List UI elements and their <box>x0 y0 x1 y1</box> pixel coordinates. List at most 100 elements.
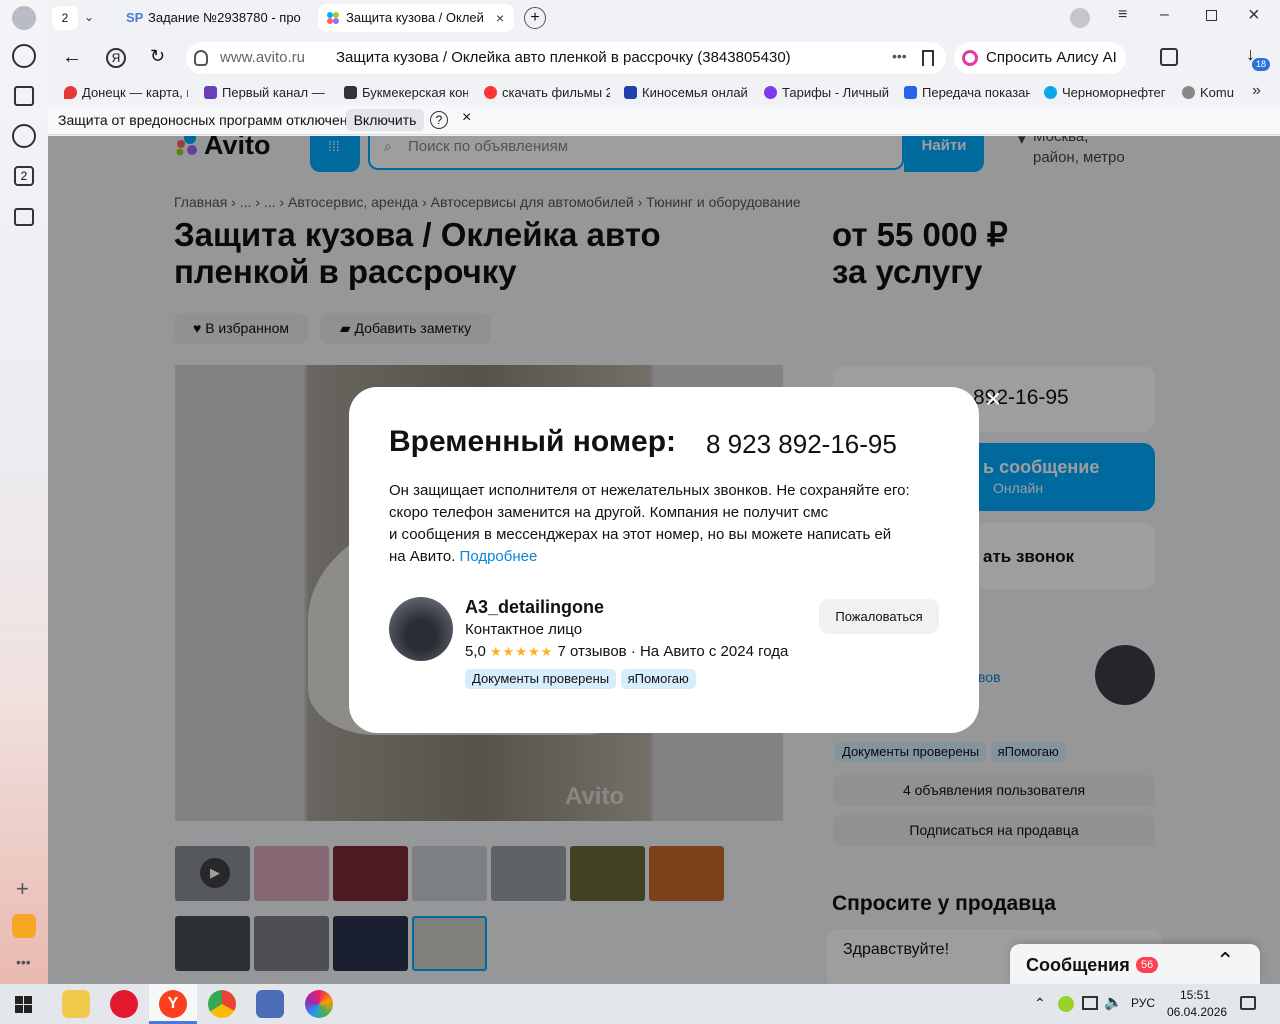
description-line: скоро телефон заменится на другой. Компа… <box>389 504 829 521</box>
tv-icon <box>204 86 217 99</box>
meter-icon <box>904 86 917 99</box>
extensions-icon[interactable] <box>1160 48 1178 66</box>
yandex-favicon-icon <box>484 86 497 99</box>
shield-icon[interactable] <box>194 50 208 66</box>
monitor-icon <box>624 86 637 99</box>
tray-app-icon[interactable] <box>1058 996 1074 1012</box>
collections-icon[interactable] <box>14 86 34 106</box>
more-bookmarks-icon[interactable]: » <box>1252 82 1261 100</box>
downloads-badge: 18 <box>1252 58 1270 71</box>
bookmark-icon[interactable] <box>922 50 934 66</box>
profile-avatar-icon[interactable] <box>12 6 36 30</box>
help-icon[interactable]: ? <box>430 111 448 129</box>
globe-icon <box>1182 86 1195 99</box>
tab-bar: 2 ⌄ SP Задание №2938780 - про Защита куз… <box>48 0 1280 36</box>
chevron-up-icon[interactable]: ⌃ <box>1216 948 1234 974</box>
seller-name[interactable]: A3_detailingone <box>465 597 604 618</box>
seller-badges: Документы проверены яПомогаю <box>465 669 696 689</box>
mail-icon[interactable] <box>12 914 36 938</box>
security-infobar: Защита от вредоносных программ отключена… <box>48 105 1280 135</box>
alice-label: Спросить Алису AI <box>986 49 1117 66</box>
ya-help-badge: яПомогаю <box>620 669 696 689</box>
account-icon[interactable] <box>1070 8 1090 28</box>
infobar-close-icon[interactable]: × <box>462 109 471 127</box>
tab-count-icon[interactable]: 2 <box>14 166 34 186</box>
bookmark-item[interactable]: Komu <box>1182 80 1242 105</box>
window-close-icon[interactable]: × <box>1248 4 1260 27</box>
back-icon[interactable]: ← <box>62 46 82 69</box>
enable-protection-button[interactable]: Включить <box>346 109 424 131</box>
bookmarks-bar: Донецк — карта, г Первый канал — с Букме… <box>48 80 1280 105</box>
seller-avatar[interactable] <box>389 597 453 661</box>
clock-date[interactable]: 06.04.2026 <box>1167 1005 1227 1019</box>
tab-close-icon[interactable]: × <box>496 4 504 32</box>
yandex-icon[interactable]: Я <box>106 48 126 68</box>
tariff-icon <box>764 86 777 99</box>
description-line: на Авито. <box>389 548 456 565</box>
temporary-phone-number: 8 923 892-16-95 <box>706 429 897 459</box>
chrome-icon[interactable] <box>208 990 236 1018</box>
address-bar[interactable]: www.avito.ru Защита кузова / Оклейка авт… <box>186 42 946 74</box>
notifications-icon[interactable] <box>1240 996 1256 1010</box>
bookmark-item[interactable]: скачать фильмы 2 <box>484 80 610 105</box>
language-indicator[interactable]: РУС <box>1131 996 1155 1010</box>
volume-icon[interactable]: 🔈 <box>1104 993 1123 1011</box>
seller-rating-row: 5,0 ★★★★★ 7 отзывов · На Авито с 2024 го… <box>465 643 788 660</box>
more-icon[interactable]: ••• <box>16 954 31 970</box>
documents-verified-badge: Документы проверены <box>465 669 617 689</box>
play-icon[interactable] <box>12 124 36 148</box>
seller-role: Контактное лицо <box>465 621 583 638</box>
file-explorer-icon[interactable] <box>62 990 90 1018</box>
reviews-text[interactable]: 7 отзывов · На Авито с 2024 года <box>557 643 788 660</box>
address-domain: www.avito.ru <box>220 49 306 66</box>
bookmark-item[interactable]: Букмекерская кон <box>344 80 468 105</box>
more-link[interactable]: Подробнее <box>460 548 538 565</box>
sp-favicon-icon: SP <box>126 10 144 25</box>
add-panel-icon[interactable]: + <box>16 876 29 902</box>
alice-icon <box>962 50 978 66</box>
avito-favicon-icon <box>327 12 339 24</box>
bookmark-item[interactable]: Тарифы - Личный <box>764 80 890 105</box>
reload-icon[interactable]: ↻ <box>150 46 165 67</box>
bookmark-item[interactable]: Донецк — карта, г <box>64 80 188 105</box>
network-icon[interactable] <box>1082 996 1098 1010</box>
tray-chevron-icon[interactable]: ⌃ <box>1034 995 1046 1012</box>
yandex-browser-taskbar[interactable]: Y <box>149 984 197 1024</box>
tab-task[interactable]: SP Задание №2938780 - про <box>120 4 316 32</box>
restore-icon[interactable] <box>1206 10 1217 21</box>
menu-icon[interactable]: ≡ <box>1118 6 1127 24</box>
history-icon[interactable] <box>12 44 36 68</box>
screenshot-icon[interactable] <box>14 208 34 226</box>
windows-start-icon[interactable] <box>15 996 32 1013</box>
opera-icon[interactable] <box>110 990 138 1018</box>
infobar-text: Защита от вредоносных программ отключена <box>58 112 356 128</box>
browser-sidebar: 2 + ••• <box>0 0 48 984</box>
bookmark-item[interactable]: Киносемья онлай <box>624 80 750 105</box>
bookmark-item[interactable]: Передача показан <box>904 80 1030 105</box>
bookmaker-icon <box>344 86 357 99</box>
minimize-icon[interactable]: – <box>1160 6 1169 24</box>
messages-badge: 56 <box>1136 957 1159 973</box>
windows-taskbar: Y ⌃ 🔈 РУС 15:51 06.04.2026 <box>0 984 1280 1024</box>
clock-time[interactable]: 15:51 <box>1180 988 1210 1002</box>
bookmark-item[interactable]: Черноморнефтег <box>1044 80 1168 105</box>
tab-list-chevron-icon[interactable]: ⌄ <box>84 10 94 24</box>
alice-button[interactable]: Спросить Алису AI <box>954 42 1126 74</box>
yandex-browser-icon: Y <box>159 990 187 1018</box>
close-icon[interactable]: × <box>985 383 1001 415</box>
new-tab-icon[interactable]: + <box>524 7 546 29</box>
rating-value: 5,0 <box>465 643 486 660</box>
tab-label: Задание №2938780 - про <box>148 10 301 25</box>
tab-avito[interactable]: Защита кузова / Оклей × <box>318 4 514 32</box>
tab-group-counter[interactable]: 2 <box>52 6 78 30</box>
page-menu-icon[interactable]: ••• <box>892 48 907 64</box>
messages-label: Сообщения <box>1026 955 1130 975</box>
tab-label: Защита кузова / Оклей <box>346 10 484 25</box>
messages-widget[interactable]: Сообщения 56 ⌃ <box>1010 944 1260 984</box>
color-app-icon[interactable] <box>305 990 333 1018</box>
description-line: и сообщения в мессенджерах на этот номер… <box>389 526 892 543</box>
drop-icon <box>1044 86 1057 99</box>
bookmark-item[interactable]: Первый канал — с <box>204 80 328 105</box>
app-icon[interactable] <box>256 990 284 1018</box>
report-button[interactable]: Пожаловаться <box>819 599 939 634</box>
